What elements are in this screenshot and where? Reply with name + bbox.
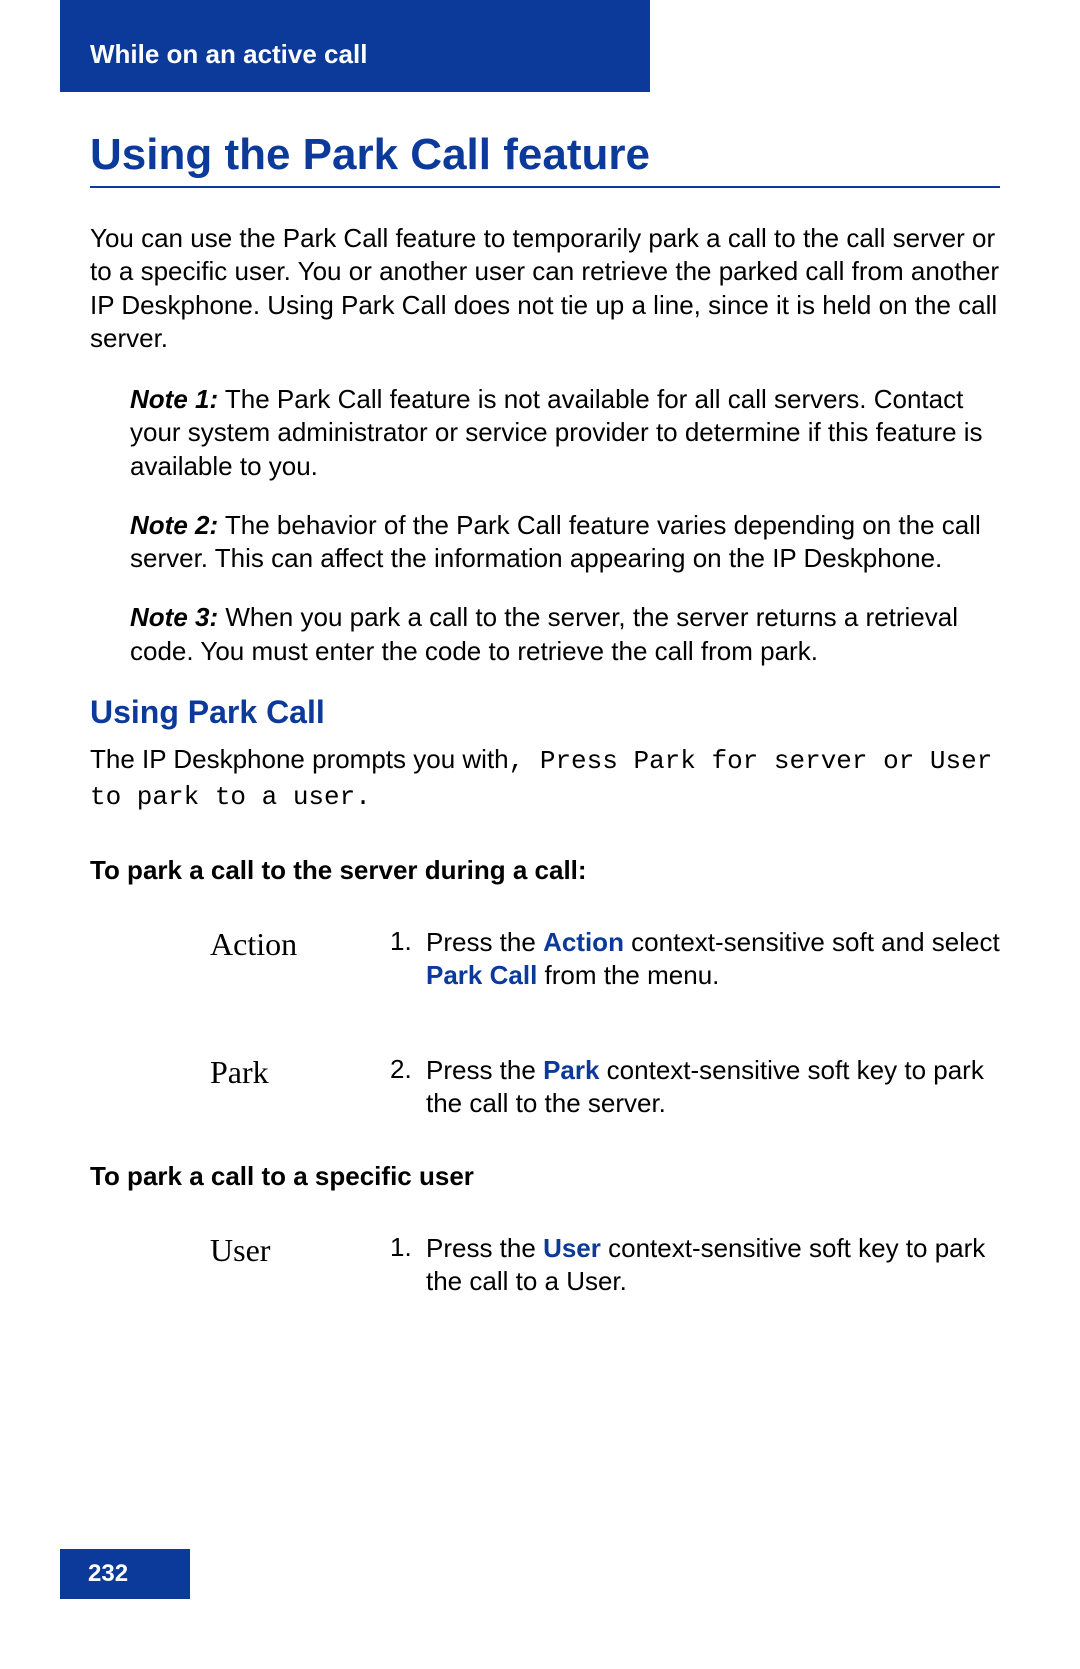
step-body: 2. Press the Park context-sensitive soft…	[390, 1054, 1000, 1121]
steps-user: User 1. Press the User context-sensitive…	[90, 1232, 1000, 1299]
section-header-text: While on an active call	[90, 39, 367, 70]
page-number: 232	[88, 1560, 128, 1588]
note-1-text: The Park Call feature is not available f…	[130, 384, 983, 481]
prompt-lead: The IP Deskphone prompts you with	[90, 744, 509, 774]
keyword-user: User	[543, 1233, 601, 1263]
notes-block: Note 1: The Park Call feature is not ava…	[130, 383, 1000, 668]
content-area: Using the Park Call feature You can use …	[90, 120, 1000, 1298]
task-heading-server: To park a call to the server during a ca…	[90, 855, 1000, 886]
intro-paragraph: You can use the Park Call feature to tem…	[90, 222, 1000, 355]
step-body: 1. Press the Action context-sensitive so…	[390, 926, 1000, 993]
keyword-park-call: Park Call	[426, 960, 537, 990]
keyword-park: Park	[543, 1055, 599, 1085]
section-header-bar: While on an active call	[60, 0, 650, 92]
step-row: User 1. Press the User context-sensitive…	[90, 1232, 1000, 1299]
note-2: Note 2: The behavior of the Park Call fe…	[130, 509, 1000, 576]
note-1-label: Note 1:	[130, 384, 218, 414]
page-number-tab: 232	[60, 1549, 190, 1599]
step-text: Press the Action context-sensitive soft …	[426, 926, 1000, 993]
step-number: 2.	[390, 1054, 426, 1121]
note-1: Note 1: The Park Call feature is not ava…	[130, 383, 1000, 483]
softkey-label-user: User	[90, 1232, 390, 1269]
note-3-text: When you park a call to the server, the …	[130, 602, 958, 665]
steps-server: Action 1. Press the Action context-sensi…	[90, 926, 1000, 1121]
subheading-using-park-call: Using Park Call	[90, 694, 1000, 731]
note-2-label: Note 2:	[130, 510, 218, 540]
step-row: Park 2. Press the Park context-sensitive…	[90, 1054, 1000, 1121]
softkey-label-action: Action	[90, 926, 390, 963]
softkey-label-park: Park	[90, 1054, 390, 1091]
note-3-label: Note 3:	[130, 602, 218, 632]
step-text-pre: Press the	[426, 1055, 543, 1085]
page: While on an active call Using the Park C…	[0, 0, 1080, 1669]
step-text: Press the User context-sensitive soft ke…	[426, 1232, 1000, 1299]
note-3: Note 3: When you park a call to the serv…	[130, 601, 1000, 668]
page-title: Using the Park Call feature	[90, 130, 1000, 188]
note-2-text: The behavior of the Park Call feature va…	[130, 510, 981, 573]
step-body: 1. Press the User context-sensitive soft…	[390, 1232, 1000, 1299]
task-heading-user: To park a call to a specific user	[90, 1161, 1000, 1192]
step-number: 1.	[390, 1232, 426, 1299]
step-number: 1.	[390, 926, 426, 993]
step-text-post: from the menu.	[537, 960, 719, 990]
step-text: Press the Park context-sensitive soft ke…	[426, 1054, 1000, 1121]
step-text-pre: Press the	[426, 927, 543, 957]
step-row: Action 1. Press the Action context-sensi…	[90, 926, 1000, 993]
keyword-action: Action	[543, 927, 624, 957]
prompt-line: The IP Deskphone prompts you with, Press…	[90, 743, 1000, 815]
step-text-pre: Press the	[426, 1233, 543, 1263]
step-text-mid: context-sensitive soft and select	[624, 927, 1000, 957]
